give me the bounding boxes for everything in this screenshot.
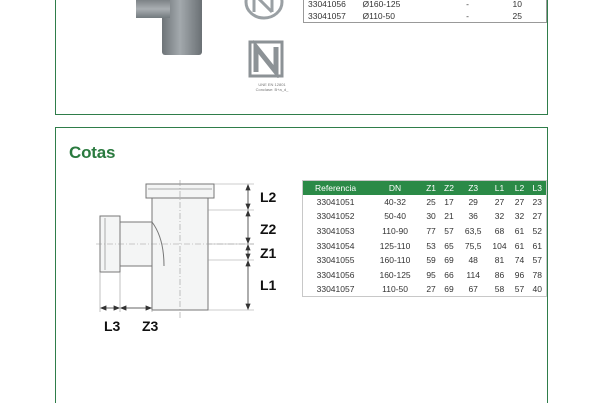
table-cell: 32 xyxy=(494,211,505,222)
table-cell: 67 xyxy=(468,284,478,295)
certification-mark-icon xyxy=(244,0,284,20)
product-panel: UNE EN 12801 Conclase: B+a_d_ 33041056 Ø… xyxy=(55,0,548,115)
table-cell: 68 xyxy=(494,225,505,236)
table-cell: 95 xyxy=(426,269,436,280)
dimension-label-z2: Z2 xyxy=(260,221,277,237)
table-cell: 59 xyxy=(426,255,436,266)
column-header: Z1 xyxy=(422,180,441,195)
pipe-fitting-photo xyxy=(136,0,202,55)
table-cell: 40-32 xyxy=(384,196,406,207)
column-header: Referencia xyxy=(302,180,369,195)
table-row: 33041055 160-110 59 69 48 81 74 57 xyxy=(303,253,547,268)
table-cell: 53 xyxy=(426,240,436,251)
table-cell: 33041053 xyxy=(316,225,355,236)
column-header: Z2 xyxy=(440,180,458,195)
dimensions-panel: Cotas L2 Z2 Z1 L1 L3 Z3 Referencia DN Z1… xyxy=(55,127,548,403)
table-header-row: Referencia DN Z1 Z2 Z3 L1 L2 L3 xyxy=(302,180,547,195)
table-cell: 81 xyxy=(494,255,505,266)
table-cell: 74 xyxy=(514,255,525,266)
table-cell: 58 xyxy=(494,284,505,295)
table-row: 33041056 160-125 95 66 114 86 96 78 xyxy=(303,267,547,282)
table-cell: 40 xyxy=(532,284,542,295)
table-row: 33041051 40-32 25 17 29 27 27 23 xyxy=(303,195,547,210)
dimensions-table: Referencia DN Z1 Z2 Z3 L1 L2 L3 33041051… xyxy=(302,180,547,298)
table-cell: 77 xyxy=(426,225,436,236)
table-cell: 160-110 xyxy=(379,255,411,266)
product-table: 33041056 Ø160-125 - 10 33041057 Ø110-50 … xyxy=(303,0,547,23)
table-cell: 114 xyxy=(466,269,480,280)
table-cell: 63,5 xyxy=(464,225,482,236)
table-cell: 36 xyxy=(468,211,478,222)
column-header: L3 xyxy=(528,180,547,195)
table-cell: 110-50 xyxy=(382,284,408,295)
table-row: 33041054 125-110 53 65 75,5 104 61 61 xyxy=(303,238,547,253)
certification-caption: UNE EN 12801 Conclase: B+a_d_ xyxy=(234,82,310,92)
table-row: 33041053 110-90 77 57 63,5 68 61 52 xyxy=(303,224,547,239)
table-cell: 57 xyxy=(532,255,542,266)
table-cell: 50-40 xyxy=(384,211,406,222)
dimension-label-l3: L3 xyxy=(104,318,121,334)
table-cell: 17 xyxy=(444,196,454,207)
table-cell: 110-90 xyxy=(382,225,408,236)
table-cell: 96 xyxy=(514,269,525,280)
table-cell: 33041055 xyxy=(316,255,355,266)
table-cell: 61 xyxy=(532,240,542,251)
table-cell: 33041052 xyxy=(316,211,355,222)
table-cell: 75,5 xyxy=(464,240,482,251)
table-cell: 86 xyxy=(494,269,505,280)
table-cell: 33041057 xyxy=(316,284,355,295)
table-cell: 32 xyxy=(514,211,525,222)
table-cell: 25 xyxy=(426,196,436,207)
table-cell: 27 xyxy=(514,196,525,207)
certification-caption-line: Conclase: B+a_d_ xyxy=(255,87,289,92)
table-row: 33041057 Ø110-50 - 25 xyxy=(304,10,547,22)
table-cell: 61 xyxy=(514,225,525,236)
table-cell: 10 xyxy=(512,0,522,9)
table-cell: 33041051 xyxy=(316,196,355,207)
table-cell: 27 xyxy=(426,284,436,295)
table-cell: 25 xyxy=(512,10,522,21)
table-cell: 48 xyxy=(468,255,478,266)
section-title: Cotas xyxy=(69,143,116,162)
table-cell: 21 xyxy=(444,211,454,222)
table-cell: 27 xyxy=(494,196,505,207)
table-cell: Ø160-125 xyxy=(362,0,401,9)
table-cell: 61 xyxy=(514,240,525,251)
dimension-label-l2: L2 xyxy=(260,189,277,205)
table-cell: 33041057 xyxy=(308,10,346,21)
table-cell: 23 xyxy=(532,196,542,207)
table-cell: 65 xyxy=(444,240,454,251)
table-row: 33041052 50-40 30 21 36 32 32 27 xyxy=(303,209,547,224)
table-cell: 104 xyxy=(492,240,507,251)
table-cell: 125-110 xyxy=(379,240,411,251)
table-cell: 57 xyxy=(444,225,454,236)
dimension-label-z1: Z1 xyxy=(260,245,277,261)
column-header: L2 xyxy=(510,180,529,195)
table-cell: 69 xyxy=(444,284,454,295)
table-cell: 33041056 xyxy=(316,269,355,280)
column-header: Z3 xyxy=(458,180,489,195)
table-cell: Ø110-50 xyxy=(362,10,395,21)
table-cell: 57 xyxy=(514,284,525,295)
table-cell: - xyxy=(466,10,469,21)
table-cell: - xyxy=(466,0,469,9)
table-cell: 52 xyxy=(532,225,542,236)
table-cell: 33041054 xyxy=(316,240,355,251)
dimension-label-l1: L1 xyxy=(260,277,277,293)
table-cell: 29 xyxy=(468,196,478,207)
table-cell: 160-125 xyxy=(379,269,411,280)
table-cell: 66 xyxy=(444,269,454,280)
table-cell: 33041056 xyxy=(308,0,346,9)
table-cell: 30 xyxy=(426,211,436,222)
table-cell: 69 xyxy=(444,255,454,266)
dimension-label-z3: Z3 xyxy=(142,318,159,334)
table-row: 33041056 Ø160-125 - 10 xyxy=(304,0,547,10)
column-header: L1 xyxy=(488,180,511,195)
dimension-drawing: L2 Z2 Z1 L1 L3 Z3 xyxy=(96,180,277,334)
n-quality-mark-icon xyxy=(248,40,284,78)
table-row: 33041057 110-50 27 69 67 58 57 40 xyxy=(303,282,547,297)
table-cell: 78 xyxy=(532,269,542,280)
table-cell: 27 xyxy=(532,211,542,222)
column-header: DN xyxy=(368,180,423,195)
